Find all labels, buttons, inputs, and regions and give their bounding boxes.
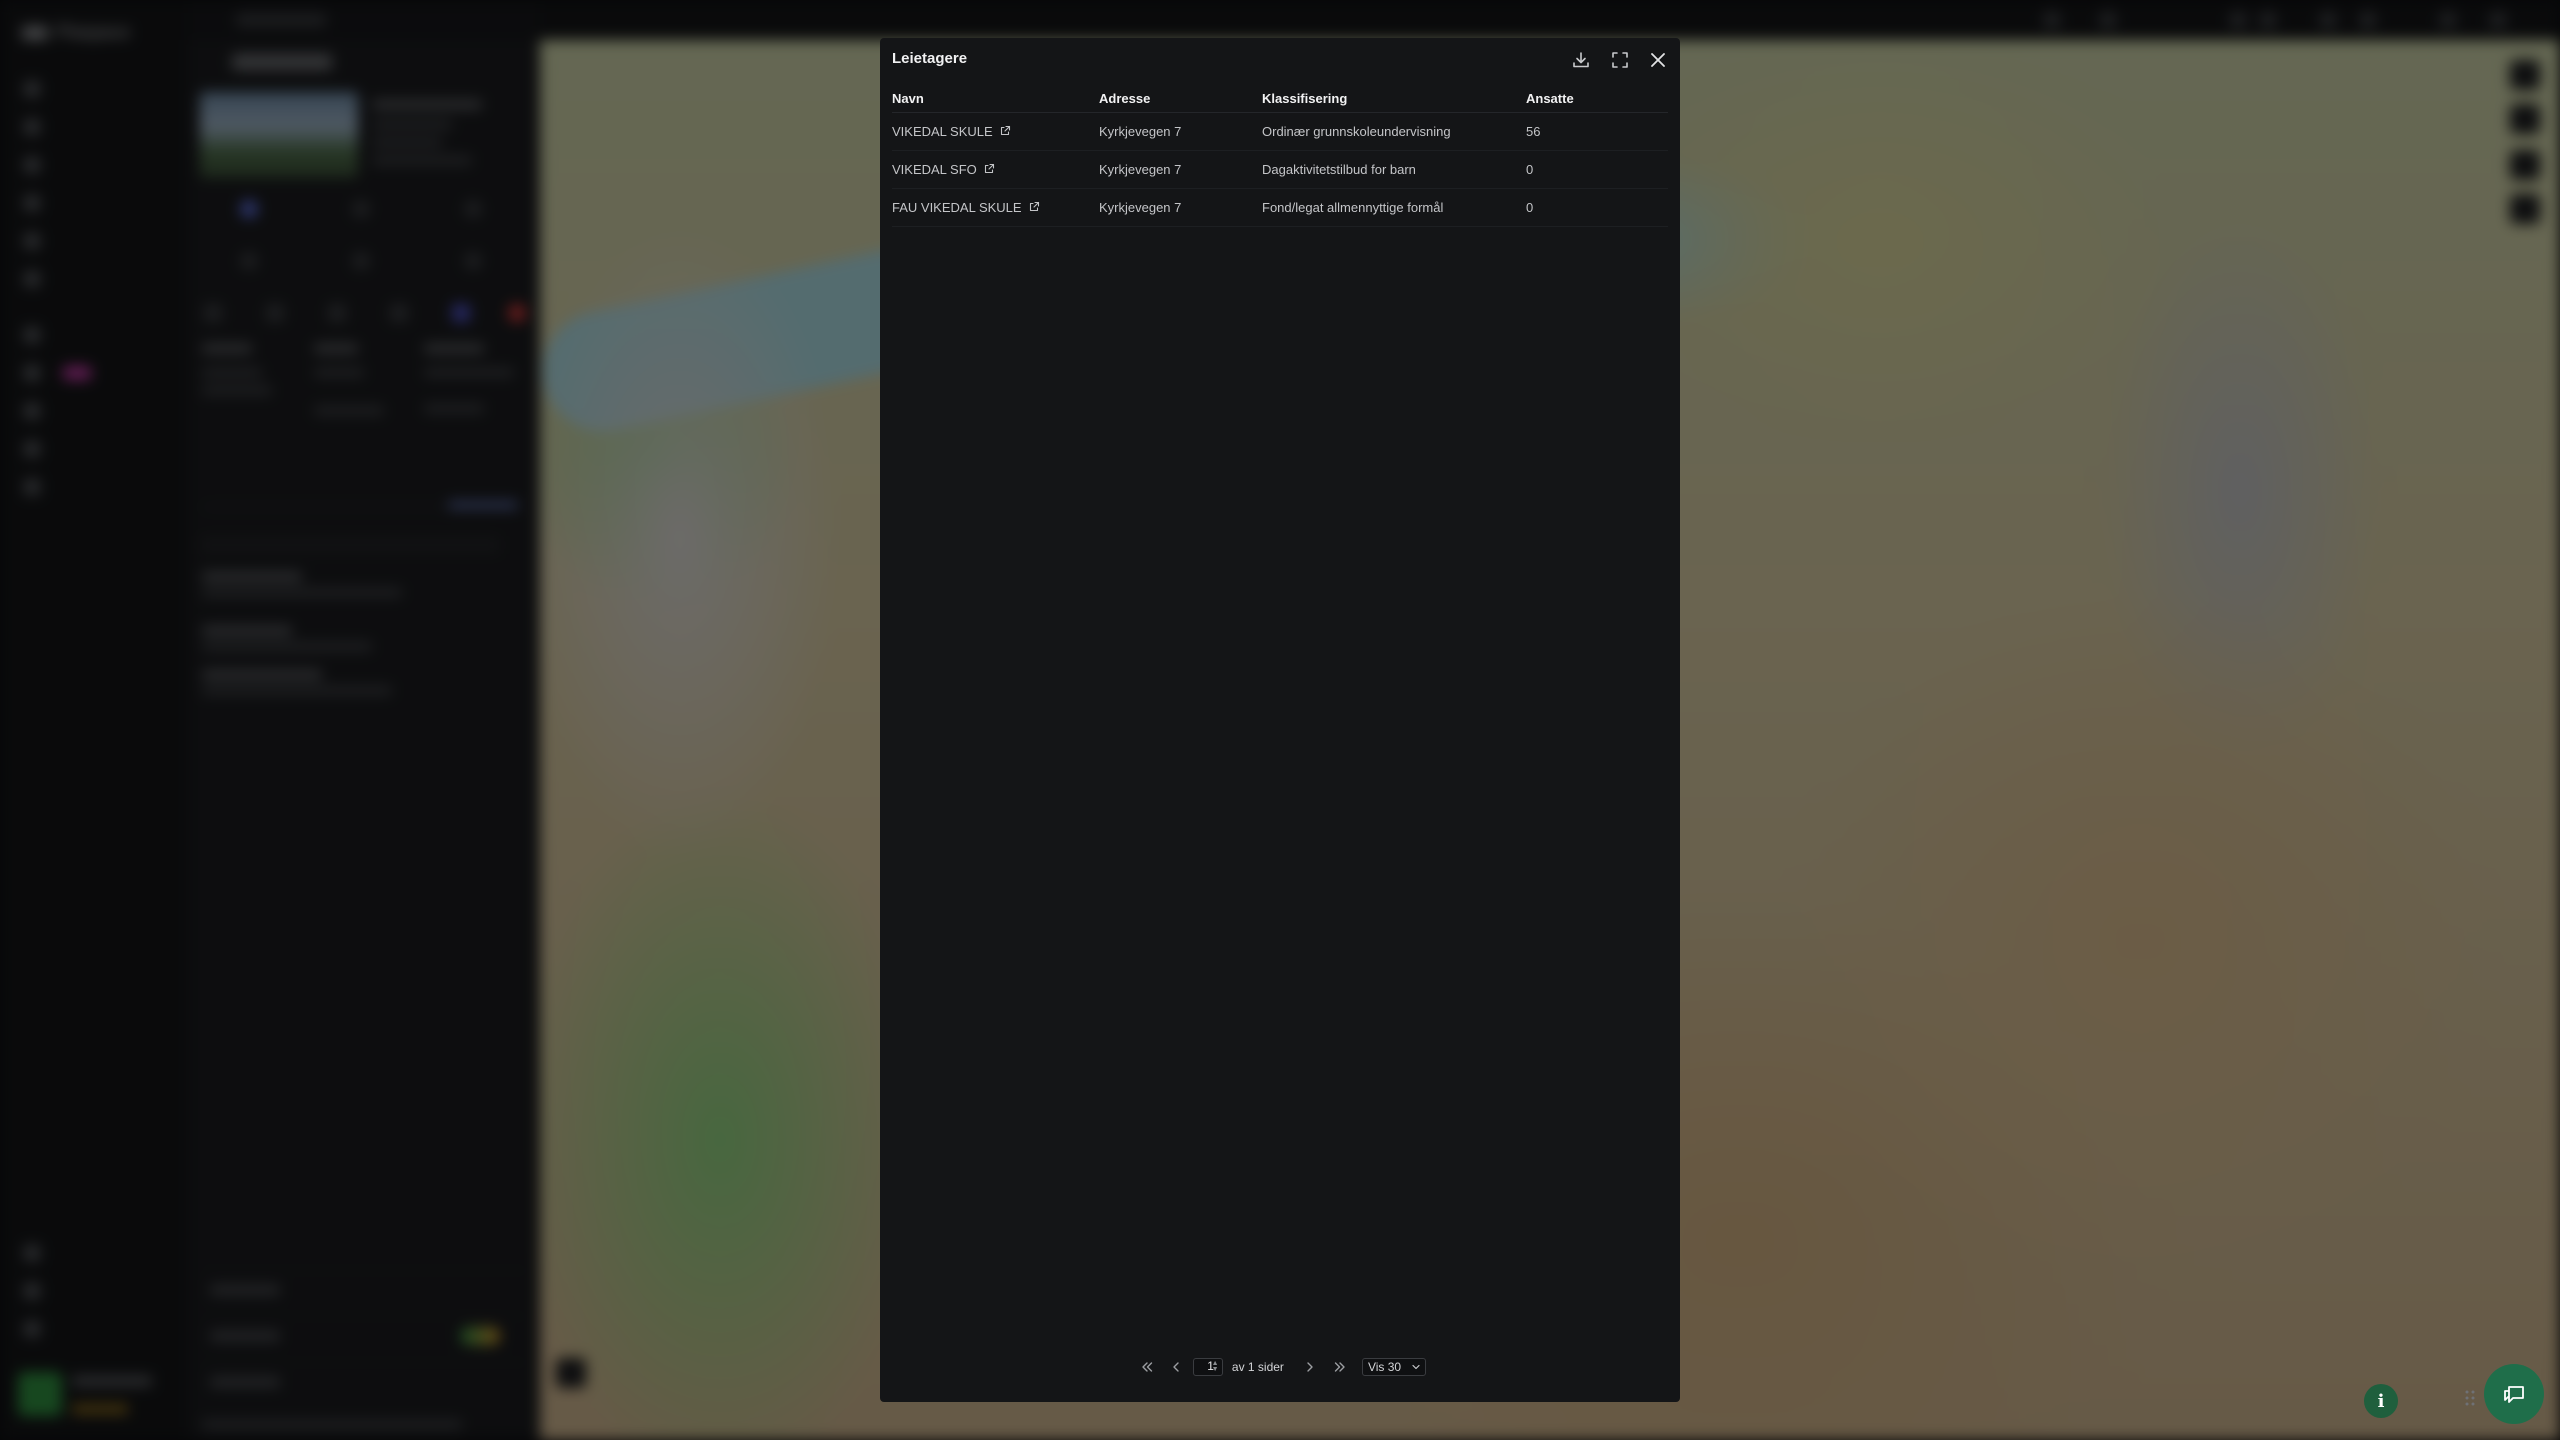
page-count-label: av 1 sider <box>1231 1360 1284 1374</box>
download-icon <box>1573 52 1589 68</box>
table-header-row: Navn Adresse Klassifisering Ansatte <box>892 86 1668 112</box>
cell-navn[interactable]: FAU VIKEDAL SKULE <box>892 188 1099 226</box>
cell-navn[interactable]: VIKEDAL SKULE <box>892 112 1099 150</box>
previous-page-button[interactable] <box>1167 1358 1185 1376</box>
table-row: FAU VIKEDAL SKULE Kyrkjevegen 7 Fond/leg… <box>892 188 1668 226</box>
modal-title: Leietagere <box>892 50 968 67</box>
per-page-value: Vis 30 <box>1367 1360 1402 1374</box>
expand-icon <box>1611 52 1628 68</box>
cell-navn[interactable]: VIKEDAL SFO <box>892 150 1099 188</box>
tenant-name-link[interactable]: VIKEDAL SFO <box>892 162 977 177</box>
spinner-arrows-icon[interactable]: ▲ ▼ <box>1212 1360 1219 1373</box>
external-link-icon[interactable] <box>983 163 995 175</box>
chat-button[interactable] <box>2484 1364 2544 1424</box>
tenant-name-link[interactable]: VIKEDAL SKULE <box>892 124 993 139</box>
last-page-button[interactable] <box>1331 1358 1349 1376</box>
cell-ansatte: 56 <box>1526 123 1541 139</box>
cell-ansatte: 0 <box>1526 199 1534 215</box>
table-row: VIKEDAL SFO Kyrkjevegen 7 Dagaktivitetst… <box>892 150 1668 188</box>
expand-button[interactable] <box>1608 48 1632 72</box>
double-chevron-right-icon <box>1334 1362 1345 1372</box>
cell-ansatte: 0 <box>1526 161 1534 177</box>
drag-handle-icon[interactable] <box>2464 1388 2476 1408</box>
info-icon: i <box>2377 1391 2385 1412</box>
double-chevron-left-icon <box>1142 1362 1153 1372</box>
column-header-ansatte[interactable]: Ansatte <box>1526 86 1668 112</box>
tenant-name-link[interactable]: FAU VIKEDAL SKULE <box>892 200 1022 215</box>
cell-adresse: Kyrkjevegen 7 <box>1099 123 1182 139</box>
cell-klassifisering: Dagaktivitetstilbud for barn <box>1262 161 1416 177</box>
page-number-input[interactable]: 1 ▲ ▼ <box>1192 1358 1223 1376</box>
info-button[interactable]: i <box>2364 1384 2398 1418</box>
next-page-button[interactable] <box>1301 1358 1319 1376</box>
external-link-icon[interactable] <box>1028 201 1040 213</box>
column-header-klassifisering[interactable]: Klassifisering <box>1262 86 1526 112</box>
table-row: VIKEDAL SKULE Kyrkjevegen 7 Ordinær grun… <box>892 112 1668 150</box>
pagination: 1 ▲ ▼ av 1 sider Vis 30 <box>880 1358 1680 1382</box>
chevron-left-icon <box>1173 1362 1179 1372</box>
close-icon <box>1651 53 1665 67</box>
modal-actions <box>1559 48 1670 72</box>
cell-klassifisering: Fond/legat allmennyttige formål <box>1262 199 1444 215</box>
cell-adresse: Kyrkjevegen 7 <box>1099 161 1182 177</box>
cell-adresse: Kyrkjevegen 7 <box>1099 199 1182 215</box>
column-header-adresse[interactable]: Adresse <box>1099 86 1262 112</box>
chevron-down-icon <box>1412 1364 1420 1370</box>
tenants-table: Navn Adresse Klassifisering Ansatte VIKE… <box>892 86 1668 227</box>
chat-icon <box>2504 1386 2524 1403</box>
per-page-select[interactable]: Vis 30 <box>1361 1358 1427 1376</box>
close-button[interactable] <box>1646 48 1670 72</box>
download-button[interactable] <box>1569 48 1593 72</box>
column-header-navn[interactable]: Navn <box>892 86 1099 112</box>
external-link-icon[interactable] <box>999 125 1011 137</box>
tenants-modal: Leietagere Navn Adresse Klassifisering A… <box>880 38 1680 1402</box>
chevron-right-icon <box>1307 1362 1313 1372</box>
first-page-button[interactable] <box>1138 1358 1156 1376</box>
cell-klassifisering: Ordinær grunnskoleundervisning <box>1262 123 1451 139</box>
